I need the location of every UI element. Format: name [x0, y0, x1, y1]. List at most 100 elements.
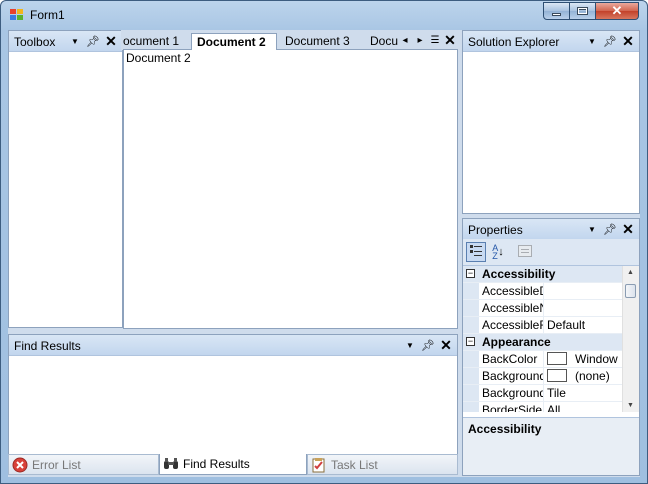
tab-task-list[interactable]: Task List	[307, 454, 458, 475]
category-row[interactable]: − Appearance	[463, 334, 625, 351]
active-files-icon[interactable]: ☰	[429, 32, 441, 48]
solution-explorer-title: Solution Explorer	[468, 35, 560, 49]
property-value: (none)	[575, 369, 610, 383]
property-name: AccessibleNa	[482, 301, 543, 315]
tab-label: Find Results	[183, 457, 250, 471]
title-bar[interactable]: Form1 ✕	[1, 1, 647, 29]
close-document-icon[interactable]: ✕	[444, 32, 456, 48]
category-name: Appearance	[482, 335, 551, 349]
toolbox-header[interactable]: Toolbox ▼ 📌︎ ✕	[9, 31, 122, 52]
tab-find-results[interactable]: Find Results	[159, 454, 307, 475]
window-position-dropdown-icon[interactable]: ▼	[585, 33, 599, 49]
row-gutter	[463, 351, 479, 367]
description-title: Accessibility	[468, 422, 542, 436]
row-gutter	[463, 317, 479, 333]
find-results-title: Find Results	[14, 339, 81, 353]
column-separator	[543, 385, 544, 401]
close-panel-icon[interactable]: ✕	[621, 221, 635, 237]
properties-header[interactable]: Properties ▼ 📌︎ ✕	[463, 219, 639, 240]
pin-icon[interactable]: 📌︎	[421, 337, 435, 353]
main-window: Form1 ✕ Toolbox ▼ 📌︎ ✕ ocument 1 Documen…	[0, 0, 648, 484]
property-row[interactable]: BackgroundIm Tile	[463, 385, 625, 402]
property-name: BackColor	[482, 352, 538, 366]
image-swatch	[547, 369, 567, 382]
property-row[interactable]: AccessibleRo Default	[463, 317, 625, 334]
alphabetical-button[interactable]: A Z ↓	[488, 242, 508, 262]
maximize-button[interactable]	[570, 2, 596, 20]
solution-explorer-header[interactable]: Solution Explorer ▼ 📌︎ ✕	[463, 31, 639, 52]
category-row[interactable]: − Accessibility	[463, 266, 625, 283]
property-name: AccessibleRo	[482, 318, 543, 332]
property-row[interactable]: AccessibleNa	[463, 300, 625, 317]
property-value[interactable]: All	[547, 403, 560, 412]
property-row[interactable]: BackColor Window	[463, 351, 625, 368]
property-pages-button[interactable]	[515, 242, 535, 262]
close-panel-icon[interactable]: ✕	[621, 33, 635, 49]
document-content[interactable]: Document 2	[123, 49, 458, 329]
maximize-icon	[577, 7, 588, 15]
solution-explorer-panel: Solution Explorer ▼ 📌︎ ✕	[462, 30, 640, 214]
categorized-icon	[469, 244, 483, 261]
properties-toolbar: A Z ↓	[463, 239, 639, 266]
tab-error-list[interactable]: Error List	[8, 454, 159, 475]
toolbox-panel: Toolbox ▼ 📌︎ ✕	[8, 30, 123, 328]
tab-document-1[interactable]: ocument 1	[123, 33, 189, 50]
minimize-icon	[552, 12, 561, 16]
property-description: Accessibility	[463, 417, 639, 475]
minimize-button[interactable]	[543, 2, 570, 20]
tab-document-4[interactable]: Docu	[370, 33, 398, 50]
row-gutter	[463, 402, 479, 412]
property-row[interactable]: BorderSide All	[463, 402, 625, 412]
property-value[interactable]: Default	[547, 318, 585, 332]
app-icon[interactable]	[10, 9, 24, 21]
find-results-panel: Find Results ▼ 📌︎ ✕	[8, 334, 458, 455]
tab-label: Document 3	[285, 34, 350, 48]
property-row[interactable]: BackgroundIm (none)	[463, 368, 625, 385]
pin-icon[interactable]: 📌︎	[603, 221, 617, 237]
property-name: AccessibleDe	[482, 284, 543, 298]
scroll-right-icon[interactable]: ▸	[414, 32, 426, 48]
property-name: BackgroundIm	[482, 386, 543, 400]
properties-panel: Properties ▼ 📌︎ ✕ A Z ↓ − Accessibility …	[462, 218, 640, 476]
tab-label: Error List	[32, 457, 81, 472]
scroll-left-icon[interactable]: ◂	[399, 32, 411, 48]
find-results-header[interactable]: Find Results ▼ 📌︎ ✕	[9, 335, 457, 356]
close-panel-icon[interactable]: ✕	[104, 33, 118, 49]
window-position-dropdown-icon[interactable]: ▼	[68, 33, 82, 49]
column-separator	[543, 368, 544, 384]
properties-title: Properties	[468, 223, 523, 237]
tab-document-2[interactable]: Document 2	[191, 33, 277, 50]
tab-document-3[interactable]: Document 3	[285, 33, 363, 50]
collapse-icon[interactable]: −	[466, 337, 475, 346]
property-grid: − Accessibility AccessibleDe AccessibleN…	[463, 266, 625, 412]
pin-icon[interactable]: 📌︎	[603, 33, 617, 49]
property-row[interactable]: AccessibleDe	[463, 283, 625, 300]
property-value[interactable]: Tile	[547, 386, 566, 400]
close-icon: ✕	[611, 3, 623, 18]
categorized-button[interactable]	[466, 242, 486, 262]
category-name: Accessibility	[482, 267, 556, 281]
scroll-down-icon[interactable]: ▼	[627, 402, 634, 409]
scroll-thumb[interactable]	[625, 284, 636, 298]
document-tab-strip: ocument 1 Document 2 Document 3 Docu ◂ ▸…	[121, 30, 458, 50]
tab-label: Document 2	[197, 35, 266, 49]
pin-icon[interactable]: 📌︎	[86, 33, 100, 49]
close-panel-icon[interactable]: ✕	[439, 337, 453, 353]
property-value-wrap[interactable]: (none)	[547, 369, 610, 383]
column-separator	[543, 300, 544, 316]
close-button[interactable]: ✕	[596, 2, 639, 20]
binoculars-icon	[163, 456, 179, 472]
document-tab-controls: ◂ ▸ ☰ ✕	[399, 32, 456, 48]
property-value: Window	[575, 352, 618, 366]
scroll-up-icon[interactable]: ▲	[627, 269, 634, 276]
window-position-dropdown-icon[interactable]: ▼	[585, 221, 599, 237]
window-position-dropdown-icon[interactable]: ▼	[403, 337, 417, 353]
property-grid-scrollbar[interactable]: ▲ ▼	[622, 266, 639, 412]
toolbox-title: Toolbox	[14, 35, 56, 49]
collapse-icon[interactable]: −	[466, 269, 475, 278]
property-name: BorderSide	[482, 403, 543, 412]
property-value-wrap[interactable]: Window	[547, 352, 618, 366]
row-gutter	[463, 385, 479, 401]
row-gutter	[463, 300, 479, 316]
caption-buttons: ✕	[543, 2, 639, 20]
